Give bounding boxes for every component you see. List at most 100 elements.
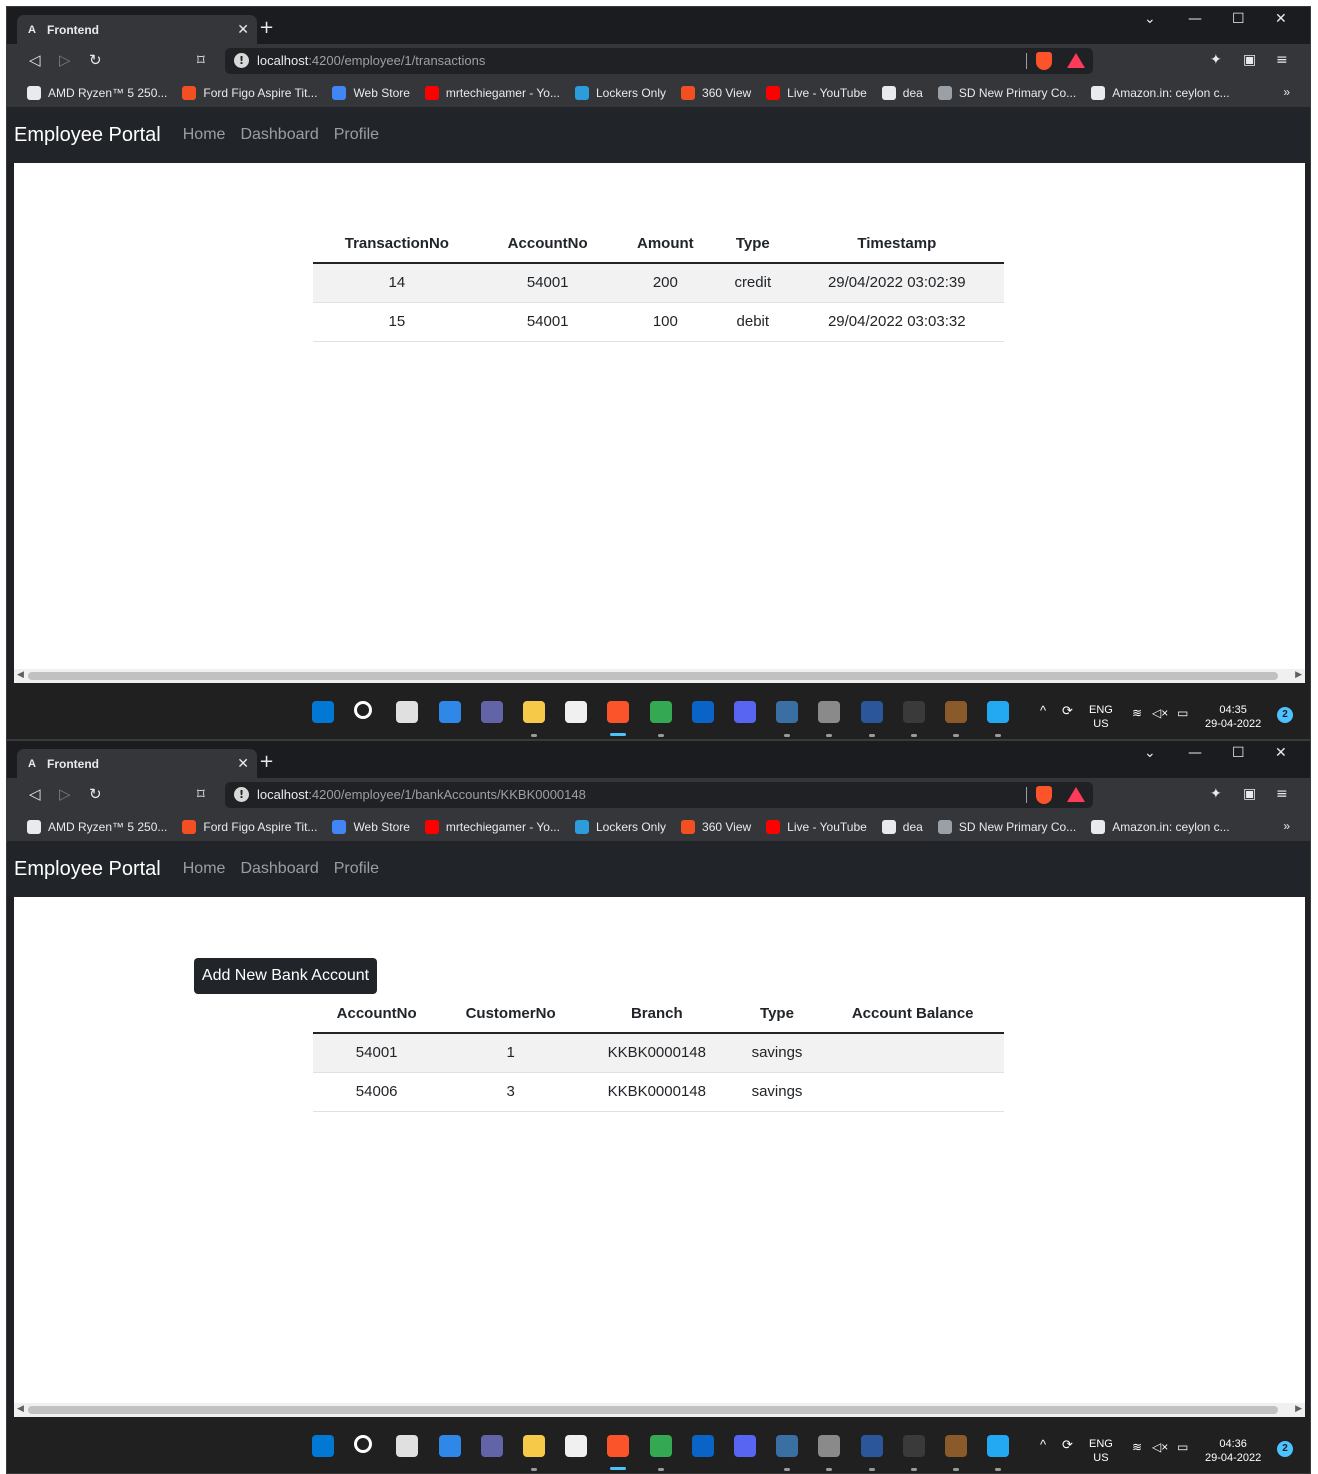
scroll-right-icon[interactable]: ▶	[1295, 1404, 1302, 1414]
bookmark-item[interactable]: dea	[881, 819, 923, 834]
start-icon[interactable]	[312, 1435, 334, 1457]
taskview-icon[interactable]	[396, 701, 418, 723]
brave-shields-icon[interactable]	[1036, 52, 1052, 70]
bookmark-item[interactable]: Amazon.in: ceylon c...	[1091, 819, 1230, 834]
nav-profile[interactable]: Profile	[334, 860, 379, 878]
minimize-icon[interactable]: —	[1188, 11, 1202, 27]
notification-badge[interactable]: 2	[1277, 707, 1293, 723]
bookmark-item[interactable]: Ford Figo Aspire Tit...	[182, 819, 317, 834]
nav-home[interactable]: Home	[183, 126, 226, 144]
search-icon[interactable]	[354, 1435, 372, 1453]
bookmark-item[interactable]: Live - YouTube	[766, 85, 867, 100]
scroll-left-icon[interactable]: ◀	[17, 670, 24, 680]
notification-badge[interactable]: 2	[1277, 1441, 1293, 1457]
widgets-icon[interactable]	[439, 701, 461, 723]
file-explorer-icon[interactable]	[523, 701, 545, 723]
bookmark-item[interactable]: dea	[881, 85, 923, 100]
bookmark-item[interactable]: Web Store	[332, 819, 410, 834]
bookmark-item[interactable]: 360 View	[681, 85, 751, 100]
bookmark-item[interactable]: Web Store	[332, 85, 410, 100]
vscode-icon[interactable]	[987, 701, 1009, 723]
tab-frontend[interactable]: A Frontend ✕	[17, 749, 257, 778]
tray-overflow-icon[interactable]: ^	[1040, 1438, 1046, 1452]
bookmark-item[interactable]: Lockers Only	[574, 85, 666, 100]
teams-chat-icon[interactable]	[481, 701, 503, 723]
brand-title[interactable]: Employee Portal	[14, 124, 161, 147]
mail-icon[interactable]	[692, 1435, 714, 1457]
wifi-icon[interactable]: ≋	[1132, 706, 1142, 720]
bookmark-item[interactable]: mrtechiegamer - Yo...	[424, 85, 560, 100]
horizontal-scrollbar[interactable]: ◀ ▶	[14, 1403, 1305, 1417]
ms-store-icon[interactable]	[565, 701, 587, 723]
file-explorer-icon[interactable]	[523, 1435, 545, 1457]
scrollbar-thumb[interactable]	[28, 672, 1278, 680]
ms-store-icon[interactable]	[565, 1435, 587, 1457]
tab-search-icon[interactable]: ⌄	[1144, 745, 1156, 761]
extensions-icon[interactable]: ✦	[1210, 52, 1222, 68]
bookmark-item[interactable]: mrtechiegamer - Yo...	[424, 819, 560, 834]
taskview-icon[interactable]	[396, 1435, 418, 1457]
brave-rewards-icon[interactable]	[1067, 787, 1085, 802]
forward-icon[interactable]: ▷	[59, 785, 71, 803]
brand-title[interactable]: Employee Portal	[14, 858, 161, 881]
bookmark-item[interactable]: 360 View	[681, 819, 751, 834]
close-window-icon[interactable]: ✕	[1275, 745, 1287, 761]
bookmark-icon[interactable]: ⌑	[197, 51, 205, 69]
nav-dashboard[interactable]: Dashboard	[240, 860, 318, 878]
bookmark-icon[interactable]: ⌑	[197, 785, 205, 803]
volume-muted-icon[interactable]: ◁×	[1152, 706, 1168, 720]
close-window-icon[interactable]: ✕	[1275, 11, 1287, 27]
new-tab-icon[interactable]: +	[259, 17, 274, 38]
tab-frontend[interactable]: A Frontend ✕	[17, 15, 257, 44]
wifi-icon[interactable]: ≋	[1132, 1440, 1142, 1454]
battery-icon[interactable]: ▭	[1177, 706, 1188, 720]
word-icon[interactable]	[861, 701, 883, 723]
menu-icon[interactable]: ≡	[1276, 52, 1288, 68]
bookmark-item[interactable]: SD New Primary Co...	[937, 85, 1076, 100]
new-tab-icon[interactable]: +	[259, 751, 274, 772]
scroll-left-icon[interactable]: ◀	[17, 1404, 24, 1414]
maximize-icon[interactable]: ☐	[1232, 11, 1245, 27]
mysql-workbench-icon[interactable]	[776, 1435, 798, 1457]
app-icon[interactable]	[818, 1435, 840, 1457]
discord-icon[interactable]	[734, 1435, 756, 1457]
language-indicator[interactable]: ENG US	[1089, 1437, 1113, 1465]
nav-dashboard[interactable]: Dashboard	[240, 126, 318, 144]
wallet-icon[interactable]: ▣	[1243, 786, 1256, 802]
minimize-icon[interactable]: —	[1188, 745, 1202, 761]
forward-icon[interactable]: ▷	[59, 51, 71, 69]
back-icon[interactable]: ◁	[29, 51, 41, 69]
volume-muted-icon[interactable]: ◁×	[1152, 1440, 1168, 1454]
clock[interactable]: 04:36 29-04-2022	[1205, 1437, 1261, 1465]
sync-icon[interactable]: ⟳	[1062, 1438, 1073, 1452]
bookmarks-overflow-icon[interactable]: »	[1283, 85, 1290, 99]
chrome-icon[interactable]	[650, 1435, 672, 1457]
mysql-workbench-icon[interactable]	[776, 701, 798, 723]
nav-profile[interactable]: Profile	[334, 126, 379, 144]
extensions-icon[interactable]: ✦	[1210, 786, 1222, 802]
tray-overflow-icon[interactable]: ^	[1040, 704, 1046, 718]
reload-icon[interactable]: ↻	[89, 51, 102, 69]
horizontal-scrollbar[interactable]: ◀ ▶	[14, 669, 1305, 683]
terminal-icon[interactable]	[903, 701, 925, 723]
scroll-right-icon[interactable]: ▶	[1295, 670, 1302, 680]
game-icon[interactable]	[945, 701, 967, 723]
nav-home[interactable]: Home	[183, 860, 226, 878]
app-icon[interactable]	[818, 701, 840, 723]
discord-icon[interactable]	[734, 701, 756, 723]
mail-icon[interactable]	[692, 701, 714, 723]
maximize-icon[interactable]: ☐	[1232, 745, 1245, 761]
search-icon[interactable]	[354, 701, 372, 719]
brave-shields-icon[interactable]	[1036, 786, 1052, 804]
clock[interactable]: 04:35 29-04-2022	[1205, 703, 1261, 731]
address-bar[interactable]: ! localhost:4200/employee/1/bankAccounts…	[225, 782, 1093, 808]
bookmark-item[interactable]: Live - YouTube	[766, 819, 867, 834]
site-info-icon[interactable]: !	[234, 53, 249, 68]
language-indicator[interactable]: ENG US	[1089, 703, 1113, 731]
game-icon[interactable]	[945, 1435, 967, 1457]
widgets-icon[interactable]	[439, 1435, 461, 1457]
tab-search-icon[interactable]: ⌄	[1144, 11, 1156, 27]
site-info-icon[interactable]: !	[234, 787, 249, 802]
brave-rewards-icon[interactable]	[1067, 53, 1085, 68]
bookmark-item[interactable]: AMD Ryzen™ 5 250...	[27, 85, 167, 100]
